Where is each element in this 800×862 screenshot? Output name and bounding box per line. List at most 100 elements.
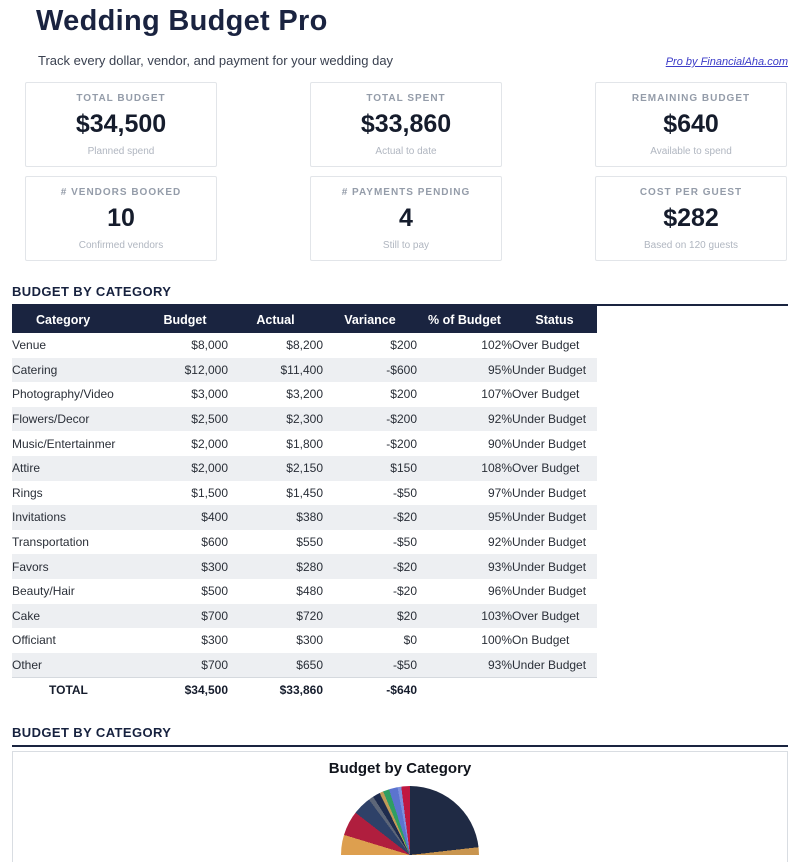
table-row: Attire$2,000$2,150$150108%Over Budget xyxy=(12,456,597,481)
cell-total-variance: -$640 xyxy=(323,677,417,702)
cell-variance: $150 xyxy=(323,456,417,481)
cell-variance: $200 xyxy=(323,333,417,358)
cell-status: Under Budget xyxy=(512,481,597,506)
cell-category: Catering xyxy=(12,358,142,383)
budget-table: Category Budget Actual Variance % of Bud… xyxy=(12,306,597,702)
cell-category: Flowers/Decor xyxy=(12,407,142,432)
stat-value: 4 xyxy=(399,204,413,233)
stat-value: 10 xyxy=(107,204,135,233)
stat-card-total-spent: TOTAL SPENT $33,860 Actual to date xyxy=(310,82,502,167)
cell-category: Beauty/Hair xyxy=(12,579,142,604)
cell-pct: 92% xyxy=(417,407,512,432)
table-row: Officiant$300$300$0100%On Budget xyxy=(12,628,597,653)
cell-status: Under Budget xyxy=(512,579,597,604)
budget-pie-chart xyxy=(341,786,479,862)
stat-value: $33,860 xyxy=(361,110,451,139)
cell-variance: -$20 xyxy=(323,505,417,530)
stat-value: $282 xyxy=(663,204,719,233)
cell-actual: $300 xyxy=(228,628,323,653)
cell-variance: $200 xyxy=(323,382,417,407)
cell-category: Transportation xyxy=(12,530,142,555)
stat-card-vendors-booked: # VENDORS BOOKED 10 Confirmed vendors xyxy=(25,176,217,261)
stat-sub: Based on 120 guests xyxy=(644,240,738,251)
table-row: Beauty/Hair$500$480-$2096%Under Budget xyxy=(12,579,597,604)
cell-pct: 93% xyxy=(417,653,512,678)
cell-variance: $0 xyxy=(323,628,417,653)
cell-category: Invitations xyxy=(12,505,142,530)
cell-status: Over Budget xyxy=(512,604,597,629)
table-row: Venue$8,000$8,200$200102%Over Budget xyxy=(12,333,597,358)
cell-total-status xyxy=(512,677,597,702)
cell-total-pct xyxy=(417,677,512,702)
stat-card-total-budget: TOTAL BUDGET $34,500 Planned spend xyxy=(25,82,217,167)
cell-variance: $20 xyxy=(323,604,417,629)
col-header-budget: Budget xyxy=(142,306,228,333)
cell-status: Under Budget xyxy=(512,653,597,678)
cell-actual: $8,200 xyxy=(228,333,323,358)
chart-section-heading: BUDGET BY CATEGORY xyxy=(12,725,788,747)
cell-pct: 90% xyxy=(417,431,512,456)
budget-table-body: Venue$8,000$8,200$200102%Over BudgetCate… xyxy=(12,333,597,702)
cell-pct: 102% xyxy=(417,333,512,358)
cell-status: Under Budget xyxy=(512,431,597,456)
cell-category: Attire xyxy=(12,456,142,481)
col-header-status: Status xyxy=(512,306,597,333)
stat-sub: Actual to date xyxy=(375,146,436,157)
table-row: Other$700$650-$5093%Under Budget xyxy=(12,653,597,678)
cell-pct: 96% xyxy=(417,579,512,604)
table-row: Favors$300$280-$2093%Under Budget xyxy=(12,554,597,579)
cell-budget: $500 xyxy=(142,579,228,604)
page: Wedding Budget Pro Track every dollar, v… xyxy=(0,0,800,862)
cell-category: Officiant xyxy=(12,628,142,653)
table-header-row: Category Budget Actual Variance % of Bud… xyxy=(12,306,597,333)
col-header-variance: Variance xyxy=(323,306,417,333)
cell-pct: 92% xyxy=(417,530,512,555)
cell-variance: -$20 xyxy=(323,579,417,604)
cell-category: Photography/Video xyxy=(12,382,142,407)
cell-pct: 100% xyxy=(417,628,512,653)
stat-label: # VENDORS BOOKED xyxy=(61,187,181,198)
cell-actual: $550 xyxy=(228,530,323,555)
cell-budget: $300 xyxy=(142,554,228,579)
cell-budget: $700 xyxy=(142,604,228,629)
cell-total-label: TOTAL xyxy=(12,677,142,702)
table-row: Transportation$600$550-$5092%Under Budge… xyxy=(12,530,597,555)
cell-actual: $3,200 xyxy=(228,382,323,407)
cell-actual: $280 xyxy=(228,554,323,579)
cell-budget: $600 xyxy=(142,530,228,555)
stat-sub: Available to spend xyxy=(650,146,732,157)
brand-link[interactable]: Pro by FinancialAha.com xyxy=(666,56,788,68)
cell-variance: -$50 xyxy=(323,530,417,555)
cell-pct: 93% xyxy=(417,554,512,579)
col-header-pct: % of Budget xyxy=(417,306,512,333)
stat-sub: Confirmed vendors xyxy=(79,240,163,251)
table-row: Rings$1,500$1,450-$5097%Under Budget xyxy=(12,481,597,506)
cell-actual: $2,300 xyxy=(228,407,323,432)
cell-actual: $480 xyxy=(228,579,323,604)
stat-sub: Still to pay xyxy=(383,240,429,251)
col-header-actual: Actual xyxy=(228,306,323,333)
cell-pct: 108% xyxy=(417,456,512,481)
stat-card-payments-pending: # PAYMENTS PENDING 4 Still to pay xyxy=(310,176,502,261)
stat-value: $640 xyxy=(663,110,719,139)
cell-budget: $3,000 xyxy=(142,382,228,407)
cell-status: Over Budget xyxy=(512,333,597,358)
cell-variance: -$50 xyxy=(323,481,417,506)
cell-actual: $11,400 xyxy=(228,358,323,383)
cell-status: Under Budget xyxy=(512,505,597,530)
budget-table-head: Category Budget Actual Variance % of Bud… xyxy=(12,306,597,333)
table-row: Photography/Video$3,000$3,200$200107%Ove… xyxy=(12,382,597,407)
cell-category: Rings xyxy=(12,481,142,506)
cell-status: On Budget xyxy=(512,628,597,653)
pie-clip-cover xyxy=(13,855,787,862)
stat-card-cost-per-guest: COST PER GUEST $282 Based on 120 guests xyxy=(595,176,787,261)
cell-budget: $12,000 xyxy=(142,358,228,383)
stat-label: COST PER GUEST xyxy=(640,187,742,198)
cell-status: Under Budget xyxy=(512,554,597,579)
cell-status: Under Budget xyxy=(512,407,597,432)
cell-category: Music/Entertainmer xyxy=(12,431,142,456)
cell-status: Under Budget xyxy=(512,530,597,555)
stat-label: # PAYMENTS PENDING xyxy=(342,187,471,198)
stat-label: TOTAL BUDGET xyxy=(76,93,165,104)
cell-budget: $700 xyxy=(142,653,228,678)
